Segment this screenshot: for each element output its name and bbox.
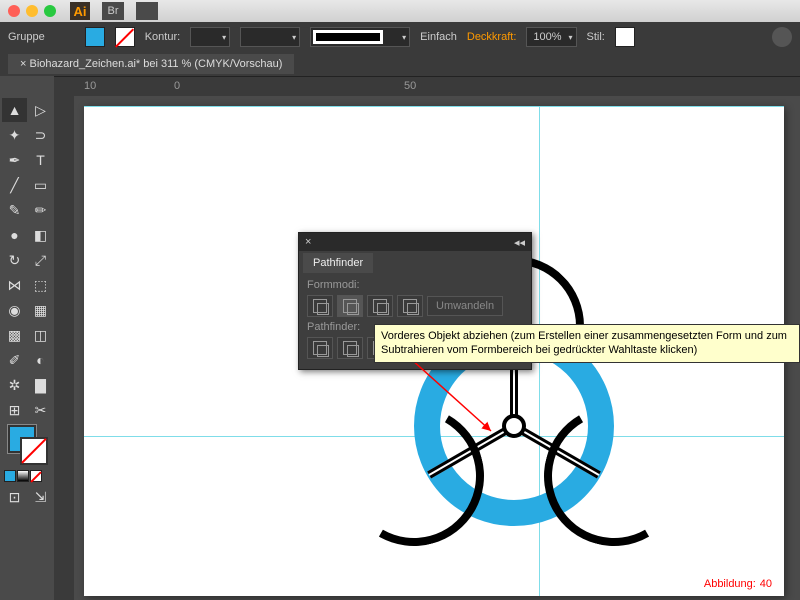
fill-stroke-indicator[interactable] <box>2 423 53 467</box>
stroke-style-label: Einfach <box>420 31 457 43</box>
mesh-tool[interactable]: ▩ <box>2 323 27 347</box>
panel-tab-pathfinder[interactable]: Pathfinder <box>303 253 373 273</box>
rotate-tool[interactable]: ↻ <box>2 248 27 272</box>
change-screen-tool[interactable]: ⇲ <box>28 485 53 509</box>
divide-button[interactable] <box>307 337 333 359</box>
pencil-tool[interactable]: ✏ <box>28 198 53 222</box>
stroke-label: Kontur: <box>145 31 180 43</box>
free-transform-tool[interactable]: ⬚ <box>28 273 53 297</box>
opacity-input[interactable]: 100% <box>526 27 576 47</box>
arrange-icon[interactable] <box>136 2 158 20</box>
bridge-icon[interactable]: Br <box>102 2 124 20</box>
tooltip: Vorderes Objekt abziehen (zum Erstellen … <box>374 324 800 363</box>
screen-mode-tool[interactable]: ⊡ <box>2 485 27 509</box>
selection-type-label: Gruppe <box>8 31 45 43</box>
slice-tool[interactable]: ✂ <box>28 398 53 422</box>
pen-tool[interactable]: ✒ <box>2 148 27 172</box>
close-dot[interactable] <box>8 5 20 17</box>
figure-caption: Abbildung: 40 <box>704 574 772 590</box>
stroke-weight-dropdown[interactable] <box>190 27 230 47</box>
symbol-sprayer-tool[interactable]: ✲ <box>2 373 27 397</box>
minus-front-button[interactable] <box>337 295 363 317</box>
trim-button[interactable] <box>337 337 363 359</box>
vertical-ruler[interactable] <box>54 96 74 600</box>
selection-tool[interactable]: ▲ <box>2 98 27 122</box>
tools-panel: ▲ ▷ ✦ ⊃ ✒ T ╱ ▭ ✎ ✏ ● ◧ ↻ ⤢ ⋈ ⬚ ◉ ▦ ▩ ◫ … <box>0 96 54 600</box>
expand-button[interactable]: Umwandeln <box>427 296 503 316</box>
horizontal-ruler[interactable]: 10 0 50 <box>54 76 800 96</box>
magic-wand-tool[interactable]: ✦ <box>2 123 27 147</box>
width-tool[interactable]: ⋈ <box>2 273 27 297</box>
fill-swatch[interactable] <box>85 27 105 47</box>
perspective-tool[interactable]: ▦ <box>28 298 53 322</box>
collapse-panel-icon[interactable]: ◂◂ <box>514 236 525 249</box>
color-mode-none[interactable] <box>30 470 42 482</box>
eraser-tool[interactable]: ◧ <box>28 223 53 247</box>
gradient-tool[interactable]: ◫ <box>28 323 53 347</box>
exclude-button[interactable] <box>397 295 423 317</box>
panel-header[interactable]: × ◂◂ <box>299 233 531 251</box>
lasso-tool[interactable]: ⊃ <box>28 123 53 147</box>
stroke-indicator-icon[interactable] <box>20 437 48 465</box>
app-logo-icon: Ai <box>70 2 90 20</box>
shape-modes-label: Formmodi: <box>307 279 523 291</box>
intersect-button[interactable] <box>367 295 393 317</box>
scale-tool[interactable]: ⤢ <box>28 248 53 272</box>
close-panel-icon[interactable]: × <box>305 236 311 248</box>
direct-selection-tool[interactable]: ▷ <box>28 98 53 122</box>
minimize-dot[interactable] <box>26 5 38 17</box>
document-tabbar: × Biohazard_Zeichen.ai* bei 311 % (CMYK/… <box>0 52 800 76</box>
style-label: Stil: <box>587 31 605 43</box>
eyedropper-tool[interactable]: ✐ <box>2 348 27 372</box>
artboard-tool[interactable]: ⊞ <box>2 398 27 422</box>
canvas-area[interactable]: Abbildung: 40 × ◂◂ Pathfinder Formmodi: … <box>54 96 800 600</box>
graphic-style-swatch[interactable] <box>615 27 635 47</box>
color-mode-solid[interactable] <box>4 470 16 482</box>
paintbrush-tool[interactable]: ✎ <box>2 198 27 222</box>
guide-horizontal-top[interactable] <box>84 106 784 107</box>
color-mode-gradient[interactable] <box>17 470 29 482</box>
brush-dropdown[interactable] <box>310 27 410 47</box>
opacity-label: Deckkraft: <box>467 31 517 43</box>
graph-tool[interactable]: ▇ <box>28 373 53 397</box>
shape-builder-tool[interactable]: ◉ <box>2 298 27 322</box>
color-mode-row <box>2 468 53 484</box>
blend-tool[interactable]: ◐ <box>28 348 53 372</box>
unite-button[interactable] <box>307 295 333 317</box>
stroke-profile-dropdown[interactable] <box>240 27 300 47</box>
document-tab[interactable]: × Biohazard_Zeichen.ai* bei 311 % (CMYK/… <box>8 54 294 74</box>
rectangle-tool[interactable]: ▭ <box>28 173 53 197</box>
stroke-swatch[interactable] <box>115 27 135 47</box>
control-bar: Gruppe Kontur: Einfach Deckkraft: 100% S… <box>0 22 800 52</box>
type-tool[interactable]: T <box>28 148 53 172</box>
window-titlebar: Ai Br <box>0 0 800 22</box>
line-tool[interactable]: ╱ <box>2 173 27 197</box>
blob-brush-tool[interactable]: ● <box>2 223 27 247</box>
maximize-dot[interactable] <box>44 5 56 17</box>
search-icon[interactable] <box>772 27 792 47</box>
